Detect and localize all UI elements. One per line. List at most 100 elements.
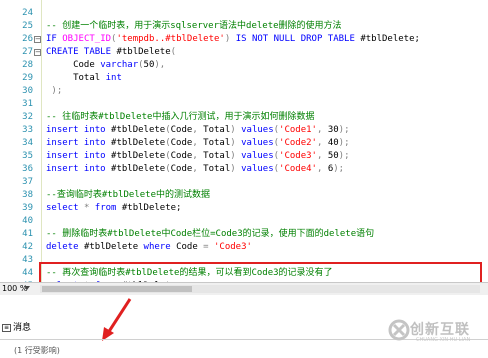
watermark-logo: 创新互联 CHUANG XIN HU LIAN: [388, 318, 488, 344]
line-number: 43: [22, 255, 33, 265]
code-token: from: [94, 203, 122, 213]
code-token: OBJECT_ID: [62, 34, 112, 44]
code-line[interactable]: 39 select * from #tblDelete;: [0, 202, 488, 215]
code-token: );: [338, 125, 350, 135]
code-token: 30: [327, 125, 339, 135]
code-line[interactable]: 36 insert into #tblDelete(Code, Total) va…: [0, 163, 488, 176]
code-line[interactable]: 34 insert into #tblDelete(Code, Total) va…: [0, 137, 488, 150]
code-token: 'Code2': [279, 138, 317, 148]
code-token: (: [170, 47, 177, 57]
scrollbar-thumb[interactable]: [42, 286, 192, 292]
line-number: 41: [22, 229, 33, 239]
code-token: values: [241, 164, 274, 174]
code-token: varchar: [100, 60, 139, 70]
code-line[interactable]: 25 -- 创建一个临时表，用于演示sqlserver语法中delete删除的使用…: [0, 20, 488, 33]
message-text: (1 行受影响): [14, 346, 60, 355]
code-line[interactable]: 28 Code varchar(50),: [0, 59, 488, 72]
chevron-down-icon[interactable]: [24, 286, 30, 290]
code-token: -- 往临时表#tblDelete中插入几行测试，用于演示如何删除数据: [46, 112, 315, 122]
code-token: values: [241, 151, 274, 161]
code-line[interactable]: 32 -- 往临时表#tblDelete中插入几行测试，用于演示如何删除数据: [0, 111, 488, 124]
code-line[interactable]: 33 insert into #tblDelete(Code, Total) va…: [0, 124, 488, 137]
code-token: Code: [170, 138, 193, 148]
code-token: Code: [170, 164, 193, 174]
code-text: insert into #tblDelete(Code, Total) valu…: [46, 150, 350, 163]
code-token: insert into: [46, 151, 112, 161]
code-token: 'Code1': [279, 125, 317, 135]
code-line[interactable]: 30 );: [0, 85, 488, 98]
code-text: -- 往临时表#tblDelete中插入几行测试，用于演示如何删除数据: [46, 111, 314, 124]
code-token: ): [230, 138, 242, 148]
collapse-icon[interactable]: −: [34, 36, 41, 43]
code-line[interactable]: 40: [0, 215, 488, 228]
watermark-sub: CHUANG XIN HU LIAN: [416, 337, 471, 343]
sql-editor[interactable]: 24 25 -- 创建一个临时表，用于演示sqlserver语法中delete删除的…: [0, 0, 488, 356]
code-token: =: [203, 242, 214, 252]
code-line[interactable]: 38 --查询临时表#tblDelete中的测试数据: [0, 189, 488, 202]
code-token: where: [143, 242, 177, 252]
code-token: Code: [170, 125, 193, 135]
editor-status-bar: 100 %: [0, 282, 488, 295]
code-token: insert into: [46, 138, 112, 148]
code-line[interactable]: 41 -- 删除临时表#tblDelete中Code栏位=Code3的记录，使用下…: [0, 228, 488, 241]
code-line[interactable]: 37: [0, 176, 488, 189]
code-token: 'Code3': [279, 151, 317, 161]
horizontal-scrollbar[interactable]: [40, 285, 480, 293]
code-token: ),: [154, 60, 166, 70]
code-line[interactable]: 27− CREATE TABLE #tblDelete(: [0, 46, 488, 59]
code-token: delete: [46, 242, 84, 252]
code-text: insert into #tblDelete(Code, Total) valu…: [46, 137, 350, 150]
code-text: -- 删除临时表#tblDelete中Code栏位=Code3的记录，使用下面的…: [46, 228, 374, 241]
tab-messages-label: 消息: [13, 323, 32, 333]
line-number: 25: [22, 21, 33, 31]
line-number: 28: [22, 60, 33, 70]
code-token: ): [224, 34, 236, 44]
tab-messages[interactable]: ≡ 消息: [2, 321, 31, 335]
code-token: Total: [46, 73, 106, 83]
code-token: values: [241, 138, 274, 148]
code-token: 40: [327, 138, 339, 148]
collapse-icon[interactable]: −: [34, 49, 41, 56]
code-token: );: [46, 86, 63, 96]
code-token: ): [230, 125, 242, 135]
line-number: 24: [22, 8, 33, 18]
code-token: #tblDelete: [83, 242, 144, 252]
code-token: Total: [203, 138, 231, 148]
code-token: ,: [316, 138, 328, 148]
line-number: 42: [22, 242, 33, 252]
code-token: );: [333, 164, 345, 174]
line-number: 44: [22, 268, 33, 278]
code-token: );: [338, 138, 350, 148]
code-text: IF OBJECT_ID('tempdb..#tblDelete') IS NO…: [46, 33, 420, 46]
code-token: Code: [176, 242, 204, 252]
code-token: ,: [316, 151, 328, 161]
line-number: 31: [22, 99, 33, 109]
code-token: ,: [316, 125, 328, 135]
code-token: Total: [203, 125, 231, 135]
code-text: );: [46, 85, 62, 98]
code-text: insert into #tblDelete(Code, Total) valu…: [46, 124, 350, 137]
code-line[interactable]: 35 insert into #tblDelete(Code, Total) va…: [0, 150, 488, 163]
code-line[interactable]: 31: [0, 98, 488, 111]
code-line[interactable]: 24: [0, 7, 488, 20]
code-line[interactable]: 26− IF OBJECT_ID('tempdb..#tblDelete') IS…: [0, 33, 488, 46]
line-number: 27: [22, 47, 33, 57]
code-text: insert into #tblDelete(Code, Total) valu…: [46, 163, 344, 176]
code-token: insert into: [46, 125, 112, 135]
code-line[interactable]: 29 Total int: [0, 72, 488, 85]
code-token: insert into: [46, 164, 112, 174]
code-token: values: [241, 125, 274, 135]
line-number: 29: [22, 73, 33, 83]
code-token: #tblDelete: [111, 125, 166, 135]
code-token: );: [338, 151, 350, 161]
code-token: select: [46, 203, 84, 213]
code-token: ,: [192, 125, 204, 135]
code-token: -- 删除临时表#tblDelete中Code栏位=Code3的记录，使用下面的…: [46, 229, 375, 239]
code-token: IS NOT NULL DROP TABLE: [235, 34, 361, 44]
code-token: -- 创建一个临时表，用于演示sqlserver语法中delete删除的使用方法: [46, 21, 342, 31]
code-line[interactable]: 42 delete #tblDelete where Code = 'Code3': [0, 241, 488, 254]
line-number: 30: [22, 86, 33, 96]
code-token: Total: [203, 164, 231, 174]
code-token: Total: [203, 151, 231, 161]
line-number: 32: [22, 112, 33, 122]
